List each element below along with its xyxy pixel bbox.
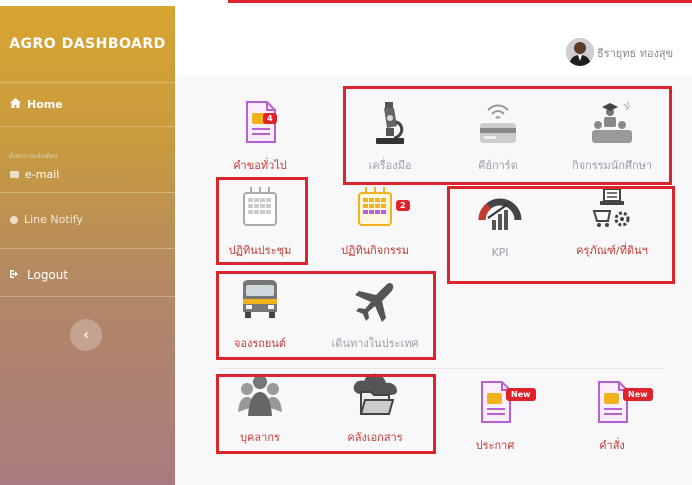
highlight-box [216,177,308,265]
tile-label: คำสั่ง [599,439,625,452]
document-icon [243,100,277,148]
sidebar-item-label: Line Notify [24,213,83,226]
sidebar-section-heading: ตั้งค่าการแจ้งเตือน [9,153,58,160]
sidebar-item-label: e-mail [25,168,60,181]
row-divider [218,368,666,369]
calendar-icon [356,185,394,233]
tile-activity-calendar[interactable]: 2 ปฏิทินกิจกรรม [320,185,430,265]
sidebar-item-label: Home [27,98,63,111]
highlight-box [343,86,672,185]
count-badge: 4 [263,113,277,124]
highlight-box [216,271,436,360]
highlight-box [216,374,436,454]
sidebar-divider [0,82,175,83]
user-name[interactable]: ธีรายุทธ ทองสุข [597,44,673,62]
sidebar-collapse-button[interactable]: ‹ [70,319,102,351]
sidebar-divider [0,192,175,193]
new-badge: New [506,388,536,401]
sidebar-item-email[interactable]: e-mail [10,168,59,181]
sidebar-divider [0,248,175,249]
avatar[interactable] [566,38,594,66]
highlight-box [447,186,675,284]
tile-label: ปฏิทินกิจกรรม [341,244,409,257]
tile-label: ประกาศ [475,439,515,452]
sidebar: AGRO DASHBOARD Home ตั้งค่าการแจ้งเตือน … [0,6,175,485]
sidebar-item-line-notify[interactable]: Line Notify [10,213,83,226]
tile-announcement[interactable]: New ประกาศ [440,380,550,460]
document-icon [478,380,512,428]
topbar [175,6,692,76]
tile-general-request[interactable]: 4 คำขอทั่วไป [205,100,315,180]
new-badge: New [623,388,653,401]
tile-label: คำขอทั่วไป [233,159,287,172]
sidebar-item-home[interactable]: Home [10,98,63,111]
sidebar-item-logout[interactable]: Logout [10,268,68,282]
document-icon [595,380,629,428]
sidebar-item-label: Logout [27,268,69,282]
brand-title: AGRO DASHBOARD [9,35,166,52]
tile-orders[interactable]: New คำสั่ง [557,380,667,460]
envelope-icon [10,171,19,178]
count-badge: 2 [396,200,410,211]
chat-icon [10,215,18,224]
top-red-line [228,0,692,3]
sidebar-divider [0,296,175,297]
logout-icon [10,268,21,282]
sidebar-divider [0,126,175,127]
home-icon [10,98,21,111]
